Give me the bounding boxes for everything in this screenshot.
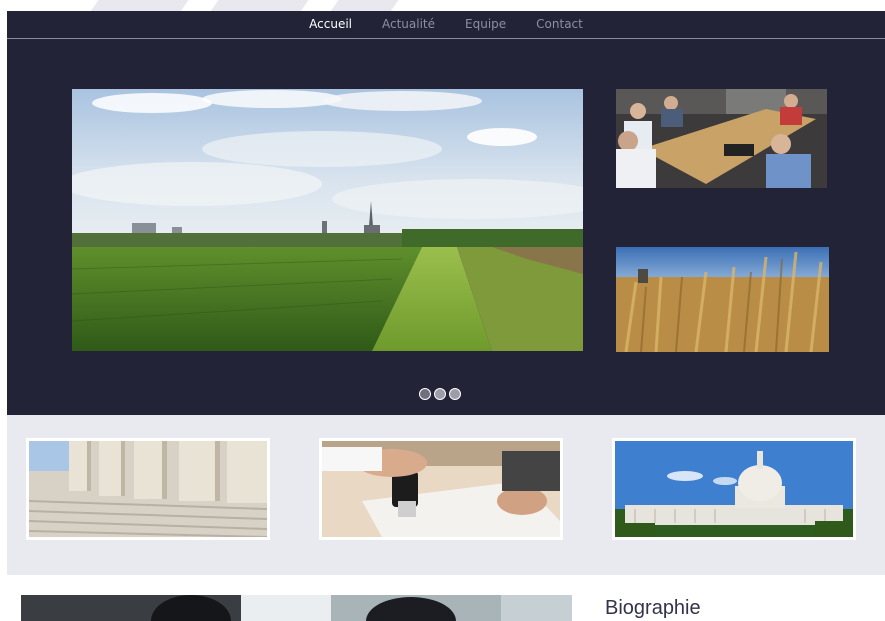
top-strip — [0, 0, 885, 16]
columns-photo[interactable] — [26, 438, 270, 540]
stamp-photo[interactable] — [319, 438, 563, 540]
carousel-main-image[interactable] — [72, 89, 583, 351]
nav-item-contact[interactable]: Contact — [521, 11, 598, 38]
nav-item-equipe[interactable]: Equipe — [450, 11, 521, 38]
biography-image — [21, 595, 572, 621]
main-nav: Accueil Actualité Equipe Contact — [7, 11, 885, 39]
dot-icon[interactable] — [434, 388, 446, 400]
wheat-photo[interactable] — [616, 247, 829, 352]
biography-section: Biographie — [0, 575, 885, 621]
nav-item-actualite[interactable]: Actualité — [367, 11, 450, 38]
meeting-photo[interactable] — [616, 89, 827, 188]
biography-title: Biographie — [605, 597, 701, 619]
capitol-photo[interactable] — [612, 438, 856, 540]
nav-item-accueil[interactable]: Accueil — [294, 11, 367, 38]
gallery-section — [7, 415, 885, 575]
dot-icon[interactable] — [419, 388, 431, 400]
hero-section: Accueil Actualité Equipe Contact — [7, 11, 885, 415]
carousel-dots — [419, 388, 461, 400]
dot-icon[interactable] — [449, 388, 461, 400]
